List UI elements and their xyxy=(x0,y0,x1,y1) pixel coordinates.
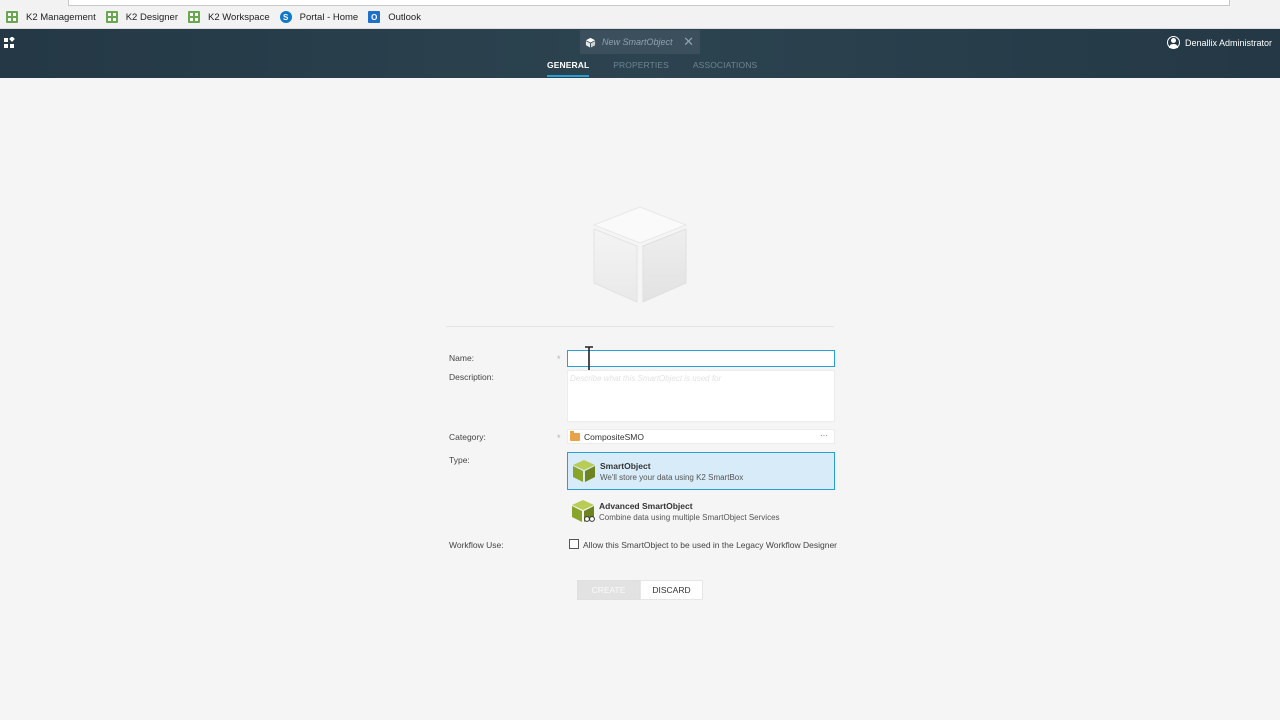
bookmarks-bar: K2 Management K2 Designer K2 Workspace S… xyxy=(0,0,1280,29)
type-option-smartobject[interactable]: SmartObject We'll store your data using … xyxy=(567,452,835,490)
app-header: New SmartObject ✕ Denallix Administrator… xyxy=(0,29,1280,78)
bookmark-label: K2 Designer xyxy=(125,11,178,23)
tab-associations[interactable]: ASSOCIATIONS xyxy=(681,55,769,78)
discard-button[interactable]: DISCARD xyxy=(640,580,703,600)
category-value: CompositeSMO xyxy=(584,431,644,442)
workflow-checkbox-label: Allow this SmartObject to be used in the… xyxy=(583,540,838,550)
workflow-checkbox[interactable] xyxy=(569,539,579,549)
nav-tabs: GENERAL PROPERTIES ASSOCIATIONS xyxy=(540,55,769,78)
type-subtitle: We'll store your data using K2 SmartBox xyxy=(600,472,744,482)
bookmark-label: K2 Workspace xyxy=(208,11,270,23)
bookmark-outlook[interactable]: O Outlook xyxy=(368,11,421,23)
tab-general[interactable]: GENERAL xyxy=(540,55,601,78)
type-option-advanced-smartobject[interactable]: Advanced SmartObject Combine data using … xyxy=(567,492,835,530)
description-label: Description: xyxy=(449,372,494,382)
type-title: Advanced SmartObject xyxy=(599,500,693,511)
category-label: Category: xyxy=(449,432,486,442)
type-subtitle: Combine data using multiple SmartObject … xyxy=(599,512,780,522)
bookmark-k2-designer[interactable]: K2 Designer xyxy=(105,11,178,23)
description-input[interactable] xyxy=(567,370,835,422)
text-cursor-icon xyxy=(585,346,593,372)
address-bar-edge[interactable] xyxy=(68,0,1230,6)
tab-label: ASSOCIATIONS xyxy=(692,60,758,70)
document-tab-title: New SmartObject xyxy=(602,37,673,47)
smartobject-icon xyxy=(585,37,596,48)
create-button[interactable]: CREATE xyxy=(577,580,640,600)
required-marker: * xyxy=(557,433,561,443)
category-browse-button[interactable]: ··· xyxy=(820,431,828,440)
k2-grid-icon xyxy=(188,11,200,23)
bookmark-k2-management[interactable]: K2 Management xyxy=(6,11,96,23)
bookmark-label: Outlook xyxy=(388,11,421,23)
name-input[interactable] xyxy=(567,350,835,367)
sharepoint-icon: S xyxy=(279,11,292,23)
required-marker: * xyxy=(557,354,561,364)
type-title: SmartObject xyxy=(600,460,651,471)
name-label: Name: xyxy=(449,353,475,363)
k2-grid-icon xyxy=(105,11,118,23)
document-tab[interactable]: New SmartObject ✕ xyxy=(580,30,700,54)
bookmark-portal-home[interactable]: S Portal - Home xyxy=(279,11,359,23)
bookmark-label: Portal - Home xyxy=(299,11,359,23)
advanced-cube-icon xyxy=(572,500,595,522)
bookmark-k2-workspace[interactable]: K2 Workspace xyxy=(188,11,270,23)
green-cube-icon xyxy=(573,460,595,482)
close-icon[interactable]: ✕ xyxy=(683,35,694,48)
user-menu[interactable]: Denallix Administrator xyxy=(1166,36,1272,49)
category-picker[interactable]: CompositeSMO ··· xyxy=(567,429,835,444)
tab-properties[interactable]: PROPERTIES xyxy=(601,55,681,78)
workflow-use-label: Workflow Use: xyxy=(449,540,504,550)
app-launcher-icon[interactable] xyxy=(4,37,16,49)
type-label: Type: xyxy=(449,455,470,465)
folder-icon xyxy=(570,430,580,441)
smartobject-cube-icon xyxy=(592,206,688,303)
k2-grid-icon xyxy=(6,11,18,23)
outlook-icon: O xyxy=(368,11,381,23)
user-icon xyxy=(1166,36,1180,49)
user-name: Denallix Administrator xyxy=(1184,37,1272,48)
divider xyxy=(446,326,834,327)
tab-label: PROPERTIES xyxy=(613,60,669,70)
bookmark-label: K2 Management xyxy=(26,11,96,23)
tab-label: GENERAL xyxy=(547,60,590,77)
